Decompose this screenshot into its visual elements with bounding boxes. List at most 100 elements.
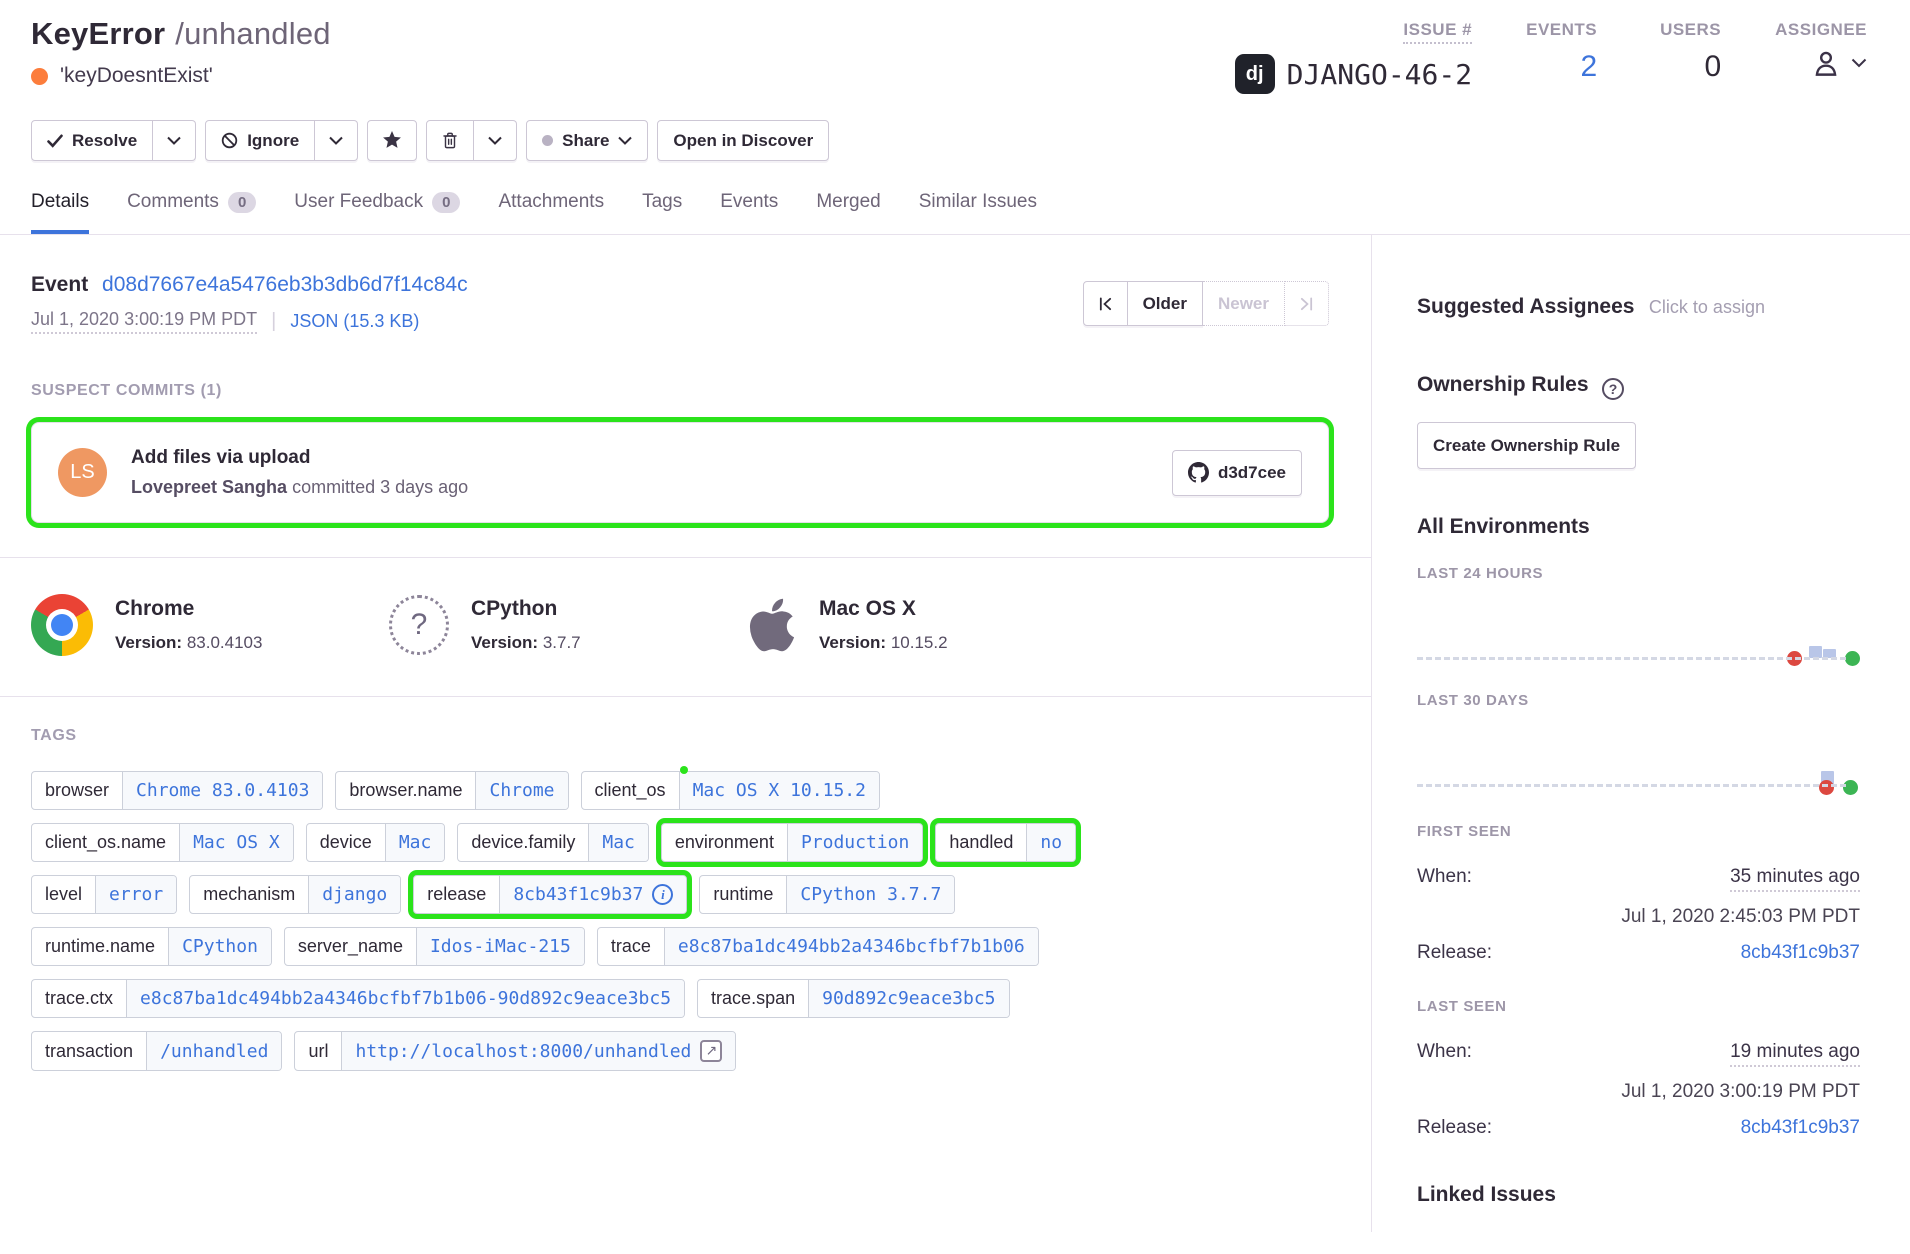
issue-type: KeyError (31, 16, 165, 51)
tab-merged[interactable]: Merged (816, 191, 880, 234)
create-ownership-rule-button[interactable]: Create Ownership Rule (1417, 422, 1636, 469)
last-seen-release-link[interactable]: 8cb43f1c9b37 (1741, 1117, 1860, 1139)
ignore-button[interactable]: Ignore (205, 120, 315, 161)
commit-sha-button[interactable]: d3d7cee (1172, 450, 1302, 496)
event-id-link[interactable]: d08d7667e4a5476eb3b3db6d7f14c84c (102, 273, 468, 296)
ownership-rules-title: Ownership Rules (1417, 373, 1589, 396)
share-button[interactable]: Share (526, 120, 648, 161)
chevron-down-icon (167, 136, 181, 145)
star-icon (382, 131, 402, 150)
github-icon (1188, 462, 1209, 483)
events-count[interactable]: 2 (1580, 50, 1597, 84)
trash-icon (441, 131, 459, 150)
committer-avatar: LS (58, 448, 107, 497)
last-seen-details: When: 19 minutes ago Jul 1, 2020 3:00:19… (1417, 1041, 1860, 1139)
chevron-down-icon (488, 136, 502, 145)
issue-short-id[interactable]: DJANGO-46-2 (1287, 58, 1472, 91)
suspect-commits-heading: SUSPECT COMMITS (1) (31, 382, 1329, 400)
tag-url: urlhttp://localhost:8000/unhandled↗ (294, 1031, 736, 1071)
tab-tags[interactable]: Tags (642, 191, 682, 234)
delete-dropdown-button[interactable] (474, 120, 517, 161)
users-label: USERS (1660, 20, 1721, 40)
first-seen-details: When: 35 minutes ago Jul 1, 2020 2:45:03… (1417, 866, 1860, 964)
info-icon[interactable]: i (652, 884, 673, 905)
external-link-icon[interactable]: ↗ (700, 1040, 722, 1062)
tab-events[interactable]: Events (720, 191, 778, 234)
linked-issues-title: Linked Issues (1417, 1183, 1860, 1207)
tag-mechanism: mechanismdjango (189, 875, 401, 914)
issue-message: 'keyDoesntExist' (60, 64, 213, 88)
tag-level: levelerror (31, 875, 177, 914)
older-event-button[interactable]: Older (1128, 281, 1203, 326)
first-seen-heading: FIRST SEEN (1417, 823, 1860, 840)
tag-server-name: server_nameIdos-iMac-215 (284, 927, 585, 966)
resolve-button[interactable]: Resolve (31, 120, 153, 161)
last-24-hours-label: LAST 24 HOURS (1417, 565, 1860, 582)
tag-runtime: runtimeCPython 3.7.7 (699, 875, 955, 914)
context-os: Mac OS X Version: 10.15.2 (747, 594, 1105, 656)
suggested-assignees-block: Suggested Assignees Click to assign (1417, 295, 1860, 319)
tab-attachments[interactable]: Attachments (498, 191, 604, 234)
delete-button[interactable] (426, 120, 474, 161)
tab-comments[interactable]: Comments0 (127, 191, 256, 234)
tag-device-family: device.familyMac (457, 823, 649, 862)
issue-culprit-path: /unhandled (175, 16, 330, 51)
tag-environment: environmentProduction (661, 823, 923, 862)
issue-number-label: ISSUE # (1403, 20, 1472, 44)
last-seen-relative-time: 19 minutes ago (1730, 1041, 1860, 1067)
stat-events: EVENTS 2 (1526, 20, 1597, 94)
issue-stats: ISSUE # dj DJANGO-46-2 EVENTS 2 USERS 0 … (1235, 20, 1879, 94)
tag-client-os: client_osMac OS X 10.15.2 (581, 771, 880, 810)
stat-users: USERS 0 (1651, 20, 1721, 94)
first-seen-release-link[interactable]: 8cb43f1c9b37 (1741, 942, 1860, 964)
chrome-icon (31, 594, 93, 656)
issue-title: KeyError/unhandled (31, 16, 331, 52)
apple-icon (747, 595, 797, 655)
separator: | (271, 310, 276, 333)
suspect-commit-row: LS Add files via upload Lovepreet Sangha… (31, 422, 1329, 523)
tab-user-feedback[interactable]: User Feedback0 (294, 191, 460, 234)
tab-similar-issues[interactable]: Similar Issues (919, 191, 1037, 234)
action-bar: Resolve Ignore (31, 120, 1879, 161)
latest-event-button (1285, 281, 1329, 326)
oldest-event-button[interactable] (1083, 281, 1128, 326)
event-timestamp: Jul 1, 2020 3:00:19 PM PDT (31, 309, 257, 334)
ignore-dropdown-button[interactable] (315, 120, 358, 161)
tab-details[interactable]: Details (31, 191, 89, 234)
check-icon (47, 134, 63, 148)
unknown-runtime-icon: ? (389, 595, 449, 655)
tag-handled: handledno (935, 823, 1076, 862)
bookmark-star-button[interactable] (367, 120, 417, 161)
event-label: Event (31, 273, 88, 296)
share-status-dot-icon (542, 135, 553, 146)
os-name: Mac OS X (819, 597, 948, 621)
assignee-dropdown[interactable] (1809, 46, 1867, 80)
assignee-label: ASSIGNEE (1775, 20, 1867, 40)
browser-version: 83.0.4103 (187, 633, 263, 652)
title-block: KeyError/unhandled 'keyDoesntExist' (31, 16, 331, 88)
tag-runtime-name: runtime.nameCPython (31, 927, 272, 966)
runtime-name: CPython (471, 597, 581, 621)
suggested-assignees-title: Suggested Assignees (1417, 295, 1634, 318)
help-icon[interactable]: ? (1602, 378, 1624, 400)
first-seen-relative-time: 35 minutes ago (1730, 866, 1860, 892)
stat-issue-number: ISSUE # dj DJANGO-46-2 (1235, 20, 1472, 94)
open-in-discover-button[interactable]: Open in Discover (657, 120, 829, 161)
annotation-dot (680, 766, 688, 774)
issue-tabs: Details Comments0 User Feedback0 Attachm… (31, 191, 1879, 234)
newer-event-button: Newer (1203, 281, 1285, 326)
issue-header: KeyError/unhandled 'keyDoesntExist' ISSU… (0, 0, 1910, 235)
resolve-dropdown-button[interactable] (153, 120, 196, 161)
tags-section: TAGS browserChrome 83.0.4103 browser.nam… (0, 697, 1371, 1071)
events-label: EVENTS (1526, 20, 1597, 40)
project-badge-icon: dj (1235, 54, 1275, 94)
chevron-down-icon (618, 136, 632, 145)
users-count[interactable]: 0 (1704, 50, 1721, 84)
event-json-link[interactable]: JSON (15.3 KB) (290, 311, 419, 332)
commit-message: Add files via upload (131, 447, 1148, 469)
browser-name: Chrome (115, 597, 262, 621)
tag-trace-ctx: trace.ctxe8c87ba1dc494bb2a4346bcfbf7b1b0… (31, 979, 685, 1018)
events-sparkline-24h (1417, 582, 1860, 670)
os-version: 10.15.2 (891, 633, 948, 652)
chevron-down-icon (1851, 58, 1867, 68)
